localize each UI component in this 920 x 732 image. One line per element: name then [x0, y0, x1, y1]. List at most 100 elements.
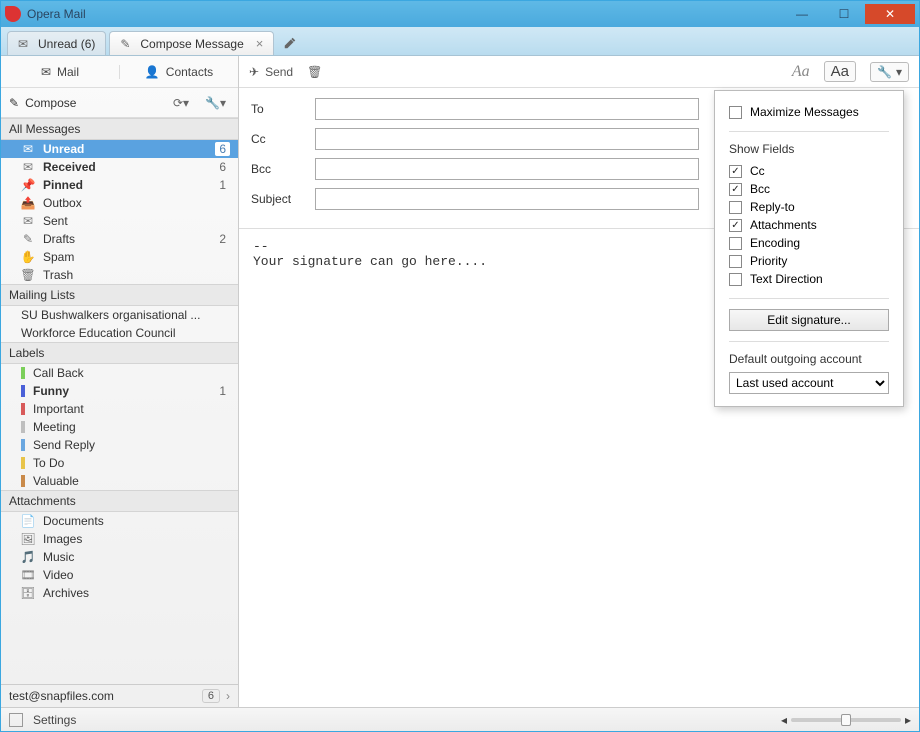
checkbox-icon[interactable]	[729, 201, 742, 214]
zoom-track[interactable]	[791, 718, 901, 722]
checkbox-icon[interactable]	[729, 237, 742, 250]
label-todo[interactable]: To Do	[1, 454, 238, 472]
checkbox-icon[interactable]	[729, 219, 742, 232]
folder-outbox[interactable]: 📤 Outbox	[1, 194, 238, 212]
wrench-icon: 🔧	[877, 65, 892, 79]
settings-link[interactable]: Settings	[33, 713, 76, 727]
maximize-messages-option[interactable]: Maximize Messages	[729, 103, 889, 121]
music-icon: 🎵	[21, 550, 35, 564]
label-important[interactable]: Important	[1, 400, 238, 418]
folder-sent[interactable]: ✉ Sent	[1, 212, 238, 230]
refresh-button[interactable]: ⟳▾	[169, 96, 193, 110]
spam-icon: ✋	[21, 250, 35, 264]
edit-signature-button[interactable]: Edit signature...	[729, 309, 889, 331]
label-color-icon	[21, 421, 25, 433]
showfield-bcc[interactable]: Bcc	[729, 180, 889, 198]
checkbox-icon[interactable]	[729, 183, 742, 196]
folder-drafts[interactable]: ✎ Drafts 2	[1, 230, 238, 248]
pin-icon: 📌	[21, 178, 35, 192]
attach-images[interactable]: 🖼 Images	[1, 530, 238, 548]
zoom-thumb[interactable]	[841, 714, 851, 726]
compose-button[interactable]: ✎ Compose	[9, 96, 161, 110]
label-funny[interactable]: Funny 1	[1, 382, 238, 400]
attach-documents[interactable]: 📄 Documents	[1, 512, 238, 530]
label-valuable[interactable]: Valuable	[1, 472, 238, 490]
tab-compose-label: Compose Message	[140, 37, 243, 51]
section-mailing-lists[interactable]: Mailing Lists	[1, 284, 238, 306]
chevron-down-icon: ▾	[896, 65, 902, 79]
label-sendreply[interactable]: Send Reply	[1, 436, 238, 454]
to-input[interactable]	[315, 98, 699, 120]
showfield-cc[interactable]: Cc	[729, 162, 889, 180]
mailing-list-item[interactable]: SU Bushwalkers organisational ...	[1, 306, 238, 324]
tab-unread[interactable]: ✉ Unread (6)	[7, 31, 106, 55]
outbox-icon: 📤	[21, 196, 35, 210]
showfield-replyto[interactable]: Reply-to	[729, 198, 889, 216]
send-button[interactable]: ✈ Send	[249, 65, 293, 79]
showfield-textdir[interactable]: Text Direction	[729, 270, 889, 288]
label-color-icon	[21, 403, 25, 415]
label-color-icon	[21, 367, 25, 379]
image-icon: 🖼	[21, 532, 35, 546]
default-account-select[interactable]: Last used account	[729, 372, 889, 394]
minimize-button[interactable]: —	[781, 4, 823, 24]
sent-icon: ✉	[21, 214, 35, 228]
delete-button[interactable]: 🗑	[307, 65, 322, 79]
tabbar: ✉ Unread (6) ✎ Compose Message ×	[1, 27, 919, 56]
maximize-button[interactable]: ☐	[823, 4, 865, 24]
font-size-button[interactable]: Aa	[824, 61, 856, 82]
font-style-button[interactable]: Aa	[792, 63, 810, 81]
panel-toggle-icon[interactable]	[9, 713, 23, 727]
envelope-icon: ✉	[18, 37, 32, 51]
cc-input[interactable]	[315, 128, 699, 150]
subject-input[interactable]	[315, 188, 699, 210]
showfield-priority[interactable]: Priority	[729, 252, 889, 270]
label-color-icon	[21, 385, 25, 397]
folder-received[interactable]: ✉ Received 6	[1, 158, 238, 176]
compose-toolbar: ✈ Send 🗑 Aa Aa 🔧 ▾	[239, 56, 919, 88]
compose-options-dropdown: Maximize Messages Show Fields Cc Bcc Rep…	[714, 90, 904, 407]
showfield-encoding[interactable]: Encoding	[729, 234, 889, 252]
zoom-slider[interactable]: ◂ ▸	[781, 713, 911, 727]
mail-view-button[interactable]: ✉ Mail	[1, 65, 120, 79]
tab-compose[interactable]: ✎ Compose Message ×	[109, 31, 274, 55]
section-attachments[interactable]: Attachments	[1, 490, 238, 512]
send-icon: ✈	[249, 65, 259, 79]
contacts-label: Contacts	[166, 65, 213, 79]
trash-icon: 🗑	[21, 268, 35, 282]
section-all-messages[interactable]: All Messages	[1, 118, 238, 140]
label-callback[interactable]: Call Back	[1, 364, 238, 382]
chevron-left-icon[interactable]: ◂	[781, 713, 787, 727]
chevron-right-icon[interactable]: ▸	[905, 713, 911, 727]
account-count: 6	[202, 689, 220, 703]
section-labels[interactable]: Labels	[1, 342, 238, 364]
new-compose-button[interactable]	[277, 31, 303, 55]
tab-close-icon[interactable]: ×	[256, 36, 264, 51]
tab-unread-label: Unread (6)	[38, 37, 95, 51]
inbox-icon: ✉	[21, 160, 35, 174]
checkbox-icon[interactable]	[729, 165, 742, 178]
compose-icon	[283, 36, 297, 50]
settings-wrench-button[interactable]: 🔧▾	[201, 96, 230, 110]
showfield-attachments[interactable]: Attachments	[729, 216, 889, 234]
account-row[interactable]: test@snapfiles.com 6 ›	[1, 684, 238, 707]
checkbox-icon[interactable]	[729, 255, 742, 268]
contacts-view-button[interactable]: 👤 Contacts	[120, 65, 238, 79]
bcc-input[interactable]	[315, 158, 699, 180]
folder-pinned[interactable]: 📌 Pinned 1	[1, 176, 238, 194]
attach-music[interactable]: 🎵 Music	[1, 548, 238, 566]
checkbox-icon[interactable]	[729, 106, 742, 119]
compose-options-button[interactable]: 🔧 ▾	[870, 62, 909, 82]
person-icon: 👤	[145, 65, 160, 79]
folder-spam[interactable]: ✋ Spam	[1, 248, 238, 266]
label-meeting[interactable]: Meeting	[1, 418, 238, 436]
checkbox-icon[interactable]	[729, 273, 742, 286]
cc-label: Cc	[251, 132, 305, 146]
folder-trash[interactable]: 🗑 Trash	[1, 266, 238, 284]
attach-archives[interactable]: 🗄 Archives	[1, 584, 238, 602]
close-button[interactable]: ✕	[865, 4, 915, 24]
folder-unread[interactable]: ✉ Unread 6	[1, 140, 238, 158]
envelope-icon: ✉	[41, 65, 51, 79]
mailing-list-item[interactable]: Workforce Education Council	[1, 324, 238, 342]
attach-video[interactable]: 🎞 Video	[1, 566, 238, 584]
